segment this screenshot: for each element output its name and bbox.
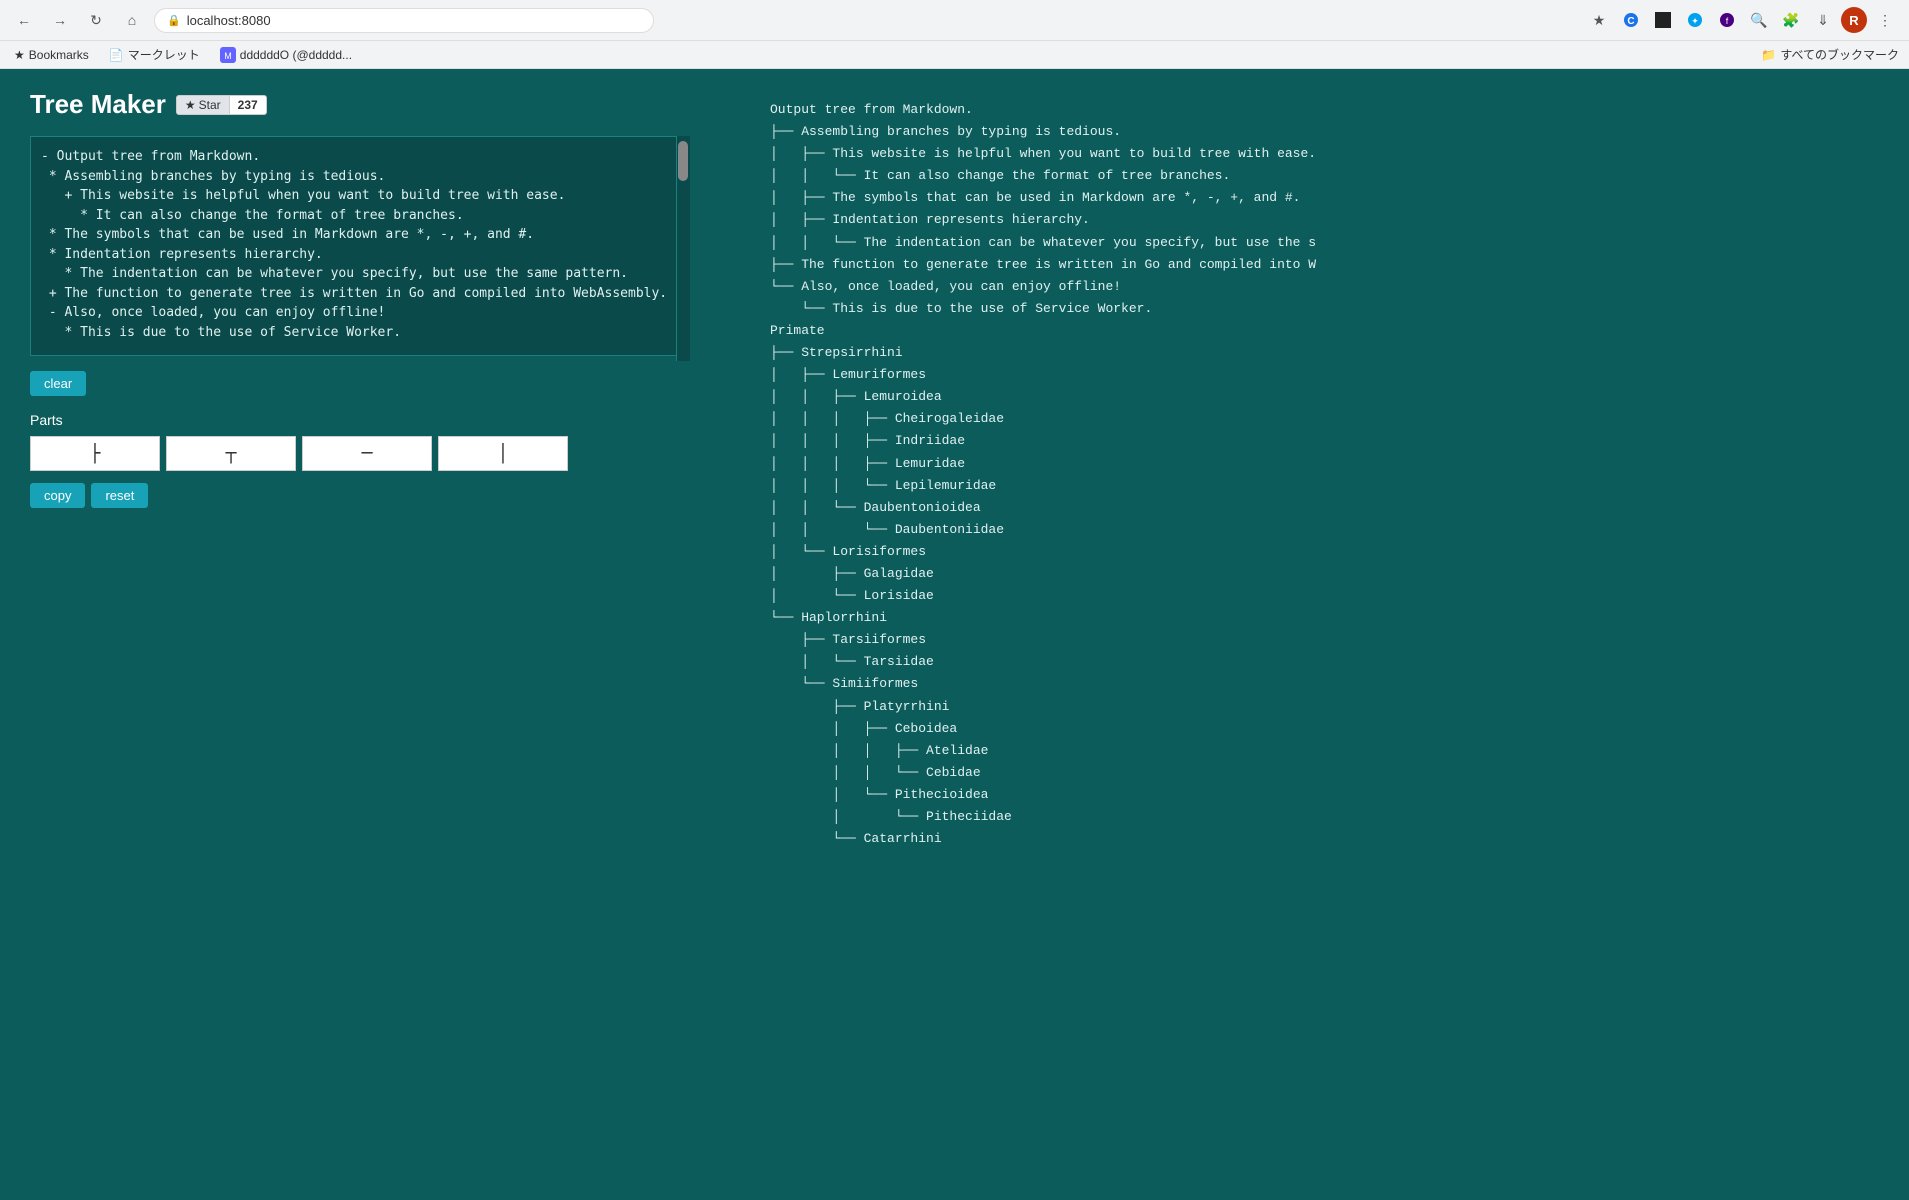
download-button[interactable]: ⇓: [1809, 6, 1837, 34]
bookmarks-bar: ★ Bookmarks 📄 マークレット M ddddddO (@ddddd..…: [0, 41, 1909, 69]
folder-icon: 📁: [1761, 48, 1776, 62]
action-row: copy reset: [30, 483, 730, 508]
marklet-icon: 📄: [109, 48, 124, 62]
tree-output: Output tree from Markdown. ├── Assemblin…: [770, 99, 1879, 850]
left-panel: Tree Maker ★ Star 237 clear Parts: [30, 89, 730, 1179]
part-input-2[interactable]: [302, 436, 432, 471]
dddddd-label: ddddddO (@ddddd...: [240, 48, 352, 62]
scrollbar-track[interactable]: [676, 136, 690, 361]
extension-2-button[interactable]: [1649, 6, 1677, 34]
parts-row: [30, 436, 730, 471]
reload-button[interactable]: ↻: [82, 6, 110, 34]
bookmarks-item-bookmarks[interactable]: ★ Bookmarks: [10, 46, 93, 64]
bookmarks-item-dddddd[interactable]: M ddddddO (@ddddd...: [216, 45, 356, 65]
star-label: Star: [199, 98, 221, 112]
extension-puzzle-button[interactable]: 🧩: [1777, 6, 1805, 34]
star-count: 237: [230, 95, 267, 115]
home-button[interactable]: ⌂: [118, 6, 146, 34]
part-input-1[interactable]: [166, 436, 296, 471]
marklet-label: マークレット: [128, 46, 200, 63]
browser-chrome: ← → ↻ ⌂ 🔒 localhost:8080 ★ C ✦ f 🔍 🧩 ⇓: [0, 0, 1909, 69]
copy-button[interactable]: copy: [30, 483, 85, 508]
back-button[interactable]: ←: [10, 6, 38, 34]
browser-toolbar: ← → ↻ ⌂ 🔒 localhost:8080 ★ C ✦ f 🔍 🧩 ⇓: [0, 0, 1909, 41]
search-button[interactable]: 🔍: [1745, 6, 1773, 34]
forward-button[interactable]: →: [46, 6, 74, 34]
svg-text:M: M: [224, 51, 232, 61]
bookmark-star-button[interactable]: ★: [1585, 6, 1613, 34]
github-star-badge: ★ Star 237: [176, 95, 267, 115]
url-text: localhost:8080: [187, 13, 271, 28]
extension-1-button[interactable]: C: [1617, 6, 1645, 34]
bookmarks-star-icon: ★: [14, 48, 25, 62]
bookmarks-right[interactable]: 📁 すべてのブックマーク: [1761, 46, 1899, 63]
profile-avatar[interactable]: R: [1841, 7, 1867, 33]
part-input-3[interactable]: [438, 436, 568, 471]
app-title-text: Tree Maker: [30, 89, 166, 120]
svg-text:✦: ✦: [1691, 16, 1699, 26]
address-bar[interactable]: 🔒 localhost:8080: [154, 8, 654, 33]
all-bookmarks-label: すべてのブックマーク: [1780, 46, 1899, 63]
app-title-row: Tree Maker ★ Star 237: [30, 89, 730, 120]
browser-actions: ★ C ✦ f 🔍 🧩 ⇓ R ⋮: [1585, 6, 1899, 34]
menu-button[interactable]: ⋮: [1871, 6, 1899, 34]
extension-4-button[interactable]: f: [1713, 6, 1741, 34]
lock-icon: 🔒: [167, 14, 181, 27]
right-panel: Output tree from Markdown. ├── Assemblin…: [750, 89, 1879, 1179]
mastodon-icon: M: [220, 47, 236, 63]
extension-3-button[interactable]: ✦: [1681, 6, 1709, 34]
reset-button[interactable]: reset: [91, 483, 148, 508]
clear-button[interactable]: clear: [30, 371, 86, 396]
bookmarks-label: Bookmarks: [29, 48, 89, 62]
svg-text:C: C: [1627, 16, 1634, 27]
star-button[interactable]: ★ Star: [176, 95, 230, 115]
star-icon: ★: [185, 98, 196, 112]
bookmarks-item-marklet[interactable]: 📄 マークレット: [105, 44, 204, 65]
markdown-input[interactable]: [30, 136, 690, 356]
textarea-wrapper: [30, 136, 690, 361]
part-input-0[interactable]: [30, 436, 160, 471]
app-container: Tree Maker ★ Star 237 clear Parts: [0, 69, 1909, 1199]
parts-label: Parts: [30, 412, 730, 428]
scrollbar-thumb[interactable]: [678, 141, 688, 181]
